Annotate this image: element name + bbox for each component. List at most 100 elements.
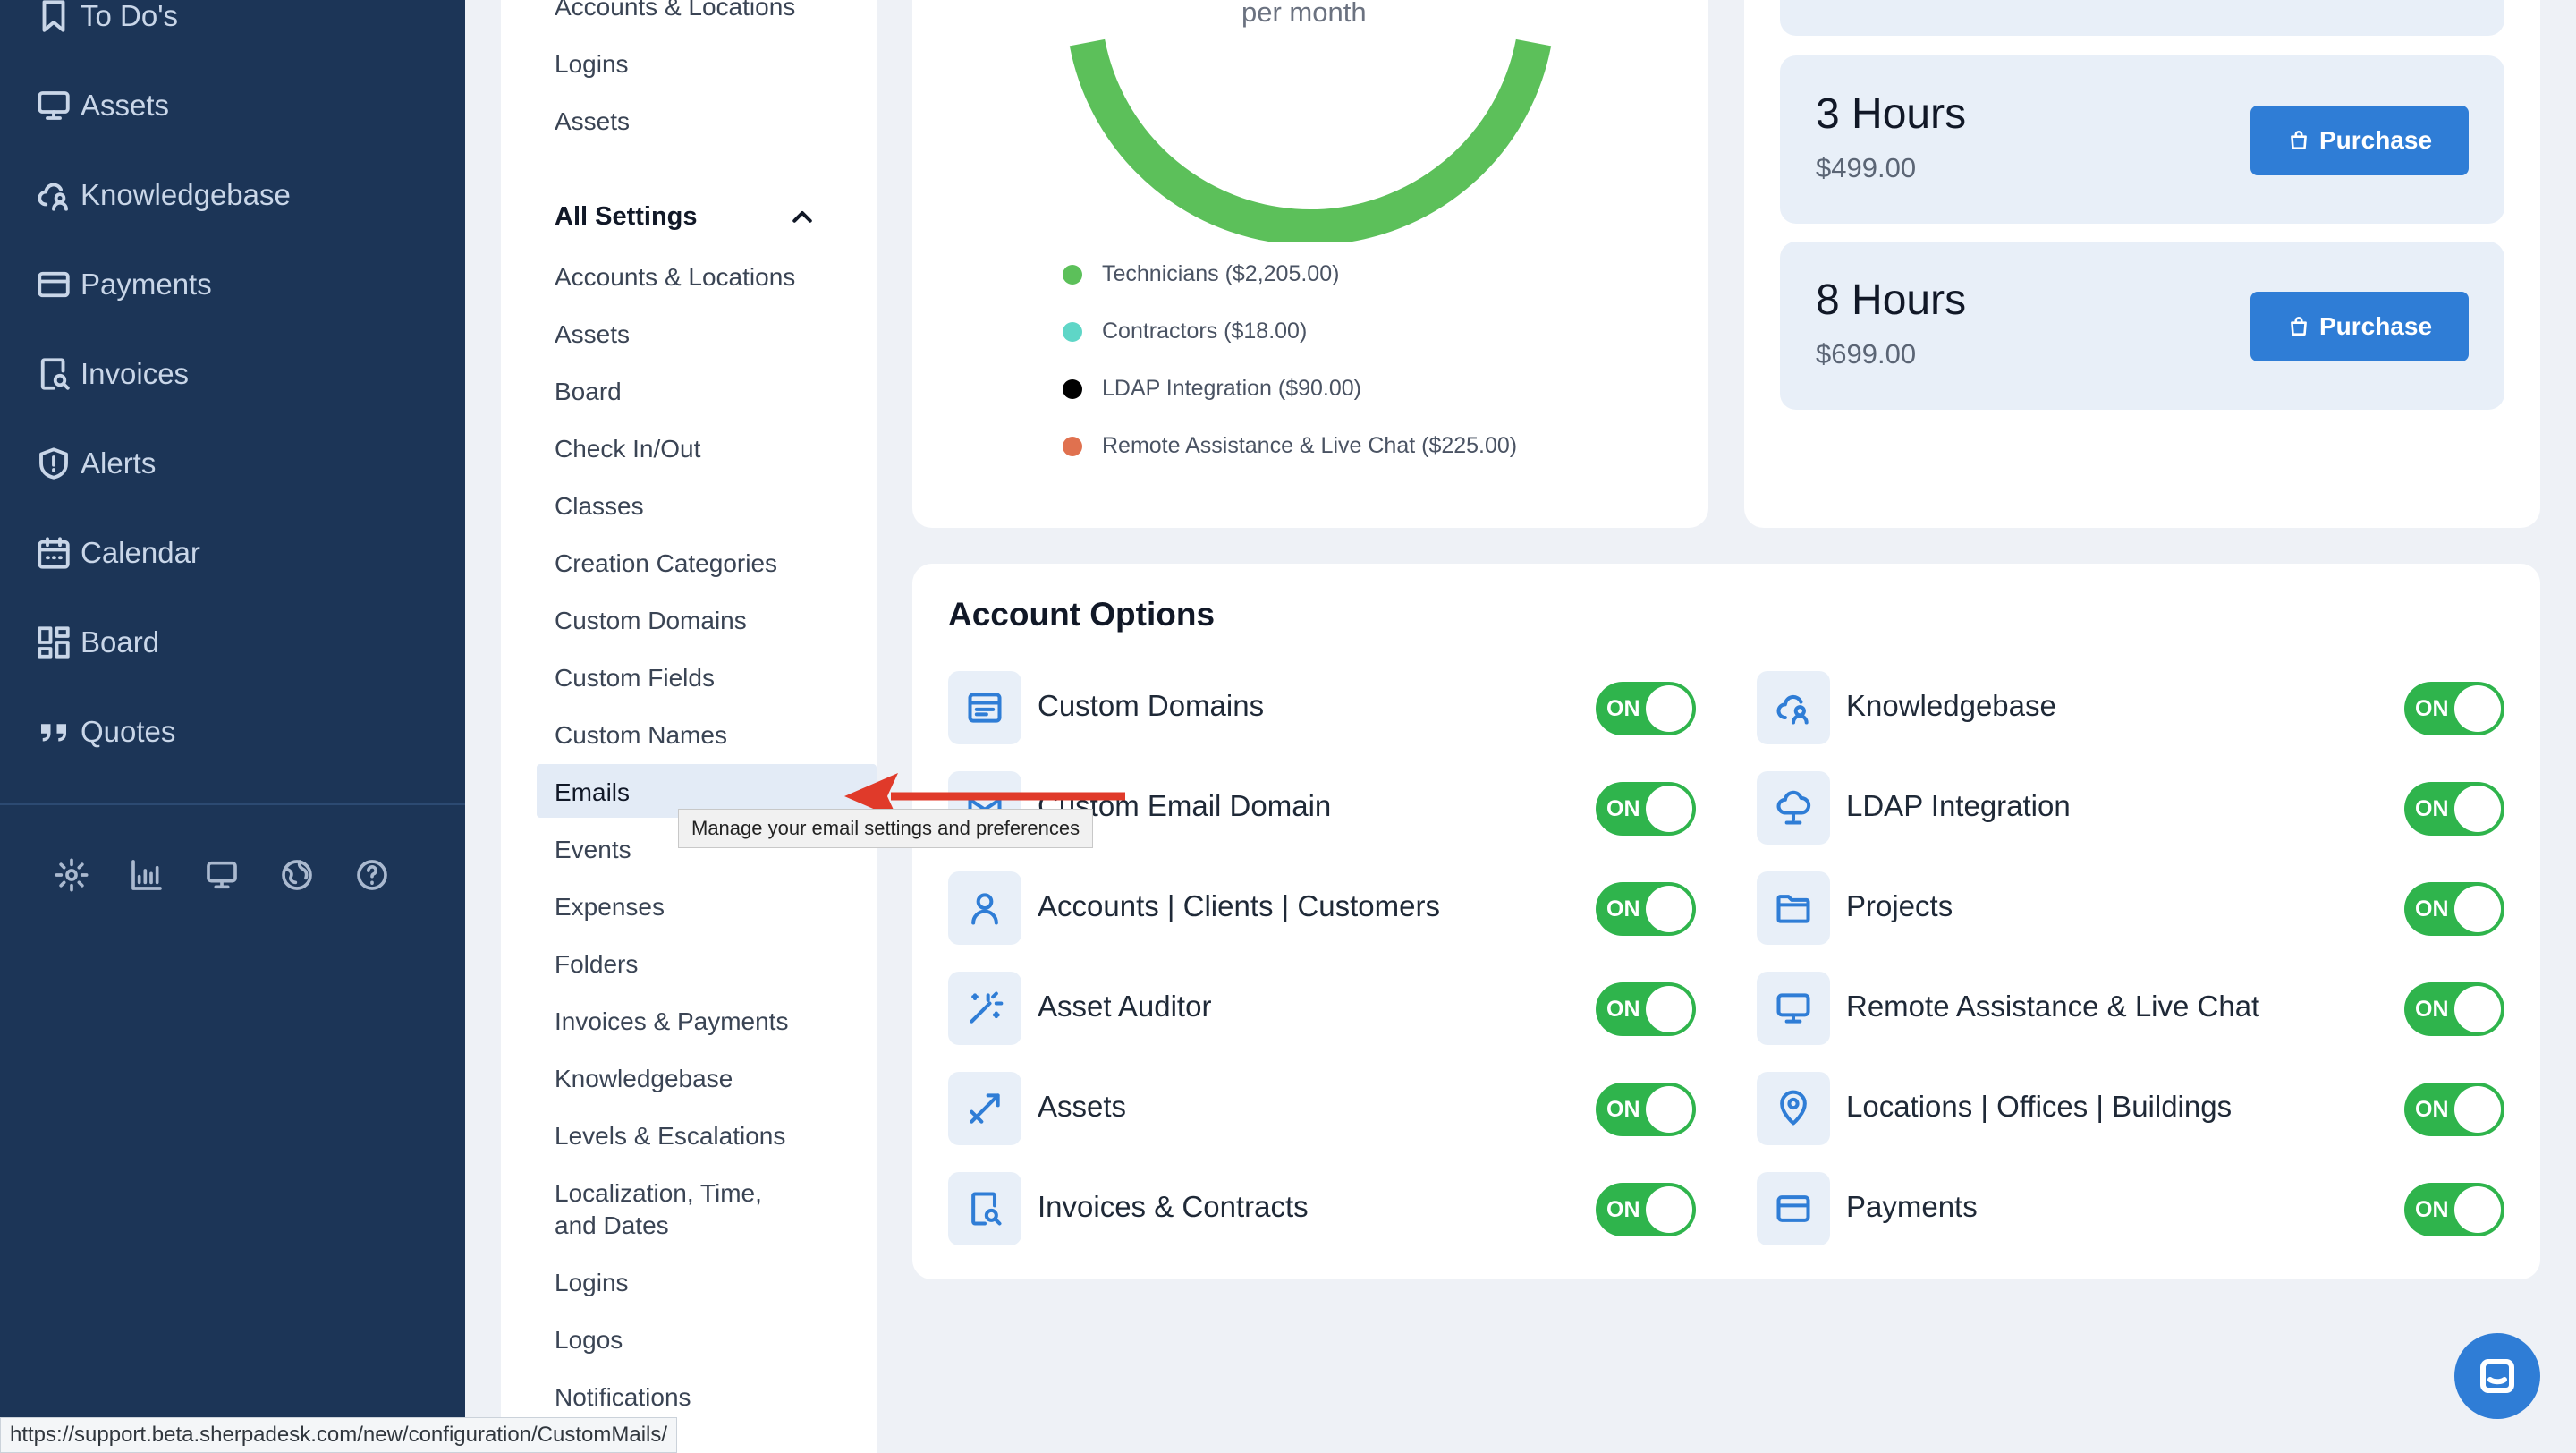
option-toggle[interactable]: ON: [1596, 682, 1696, 735]
shield-alert-icon: [34, 444, 73, 483]
legend-dot: [1063, 321, 1082, 342]
menu-link-accounts-locations[interactable]: Accounts & Locations: [555, 263, 795, 292]
menu-link-custom-names[interactable]: Custom Names: [555, 721, 727, 750]
option-toggle[interactable]: ON: [2404, 982, 2504, 1036]
shopping-bag-icon: [2291, 317, 2307, 336]
nav-label: Assets: [80, 89, 170, 122]
toggle-state: ON: [1606, 796, 1640, 821]
legend-item-remote-assistance: Remote Assistance & Live Chat ($225.00): [1063, 433, 1517, 459]
legend-label: Contractors ($18.00): [1102, 319, 1308, 344]
option-toggle[interactable]: ON: [2404, 882, 2504, 936]
option-toggle[interactable]: ON: [2404, 782, 2504, 836]
hour-package-3: 3 Hours $499.00 Purchase: [1780, 55, 2504, 224]
chevron-up-icon[interactable]: [789, 204, 816, 231]
nav-item-alerts[interactable]: Alerts: [34, 437, 156, 490]
calendar-icon: [34, 533, 73, 573]
toggle-state: ON: [1606, 696, 1640, 721]
option-invoices-contracts: Invoices & Contracts ON: [948, 1172, 1701, 1245]
legend-item-technicians: Technicians ($2,205.00): [1063, 261, 1339, 287]
option-toggle[interactable]: ON: [1596, 1183, 1696, 1236]
stats-icon[interactable]: [123, 852, 170, 898]
toggle-state: ON: [1606, 896, 1640, 922]
nav-label: Calendar: [80, 536, 200, 569]
nav-item-calendar[interactable]: Calendar: [34, 526, 200, 580]
menu-link-logos[interactable]: Logos: [555, 1326, 623, 1355]
menu-link-knowledgebase[interactable]: Knowledgebase: [555, 1065, 733, 1093]
menu-link-check-in-out[interactable]: Check In/Out: [555, 435, 700, 463]
chat-launcher-button[interactable]: [2454, 1333, 2540, 1419]
globe-icon[interactable]: [274, 852, 320, 898]
nav-label: Knowledgebase: [80, 178, 291, 211]
option-knowledgebase: Knowledgebase ON: [1757, 671, 2510, 744]
map-pin-icon: [1757, 1072, 1830, 1145]
menu-link-accounts-locations-top[interactable]: Accounts & Locations: [555, 0, 795, 21]
menu-link-assets[interactable]: Assets: [555, 320, 630, 349]
legend-label: Technicians ($2,205.00): [1102, 261, 1340, 286]
toggle-state: ON: [2415, 896, 2449, 922]
option-label: Assets: [1038, 1090, 1127, 1123]
menu-link-logins[interactable]: Logins: [555, 1269, 629, 1297]
hour-package-8: 8 Hours $699.00 Purchase: [1780, 242, 2504, 410]
nav-item-todos[interactable]: To Do's: [34, 0, 178, 43]
menu-link-assets-top[interactable]: Assets: [555, 107, 630, 136]
toggle-knob: [1646, 685, 1692, 732]
chat-icon: [2480, 1359, 2514, 1393]
menu-link-events[interactable]: Events: [555, 836, 631, 864]
nav-label: Payments: [80, 268, 212, 301]
nav-item-invoices[interactable]: Invoices: [34, 347, 189, 401]
menu-link-notifications[interactable]: Notifications: [555, 1383, 691, 1412]
purchase-button[interactable]: Purchase: [2250, 106, 2469, 175]
option-toggle[interactable]: ON: [1596, 982, 1696, 1036]
option-toggle[interactable]: ON: [1596, 782, 1696, 836]
option-toggle[interactable]: ON: [2404, 1183, 2504, 1236]
quote-icon: [34, 712, 73, 752]
option-label: Payments: [1846, 1190, 1978, 1223]
toggle-knob: [2454, 886, 2501, 932]
menu-link-custom-fields[interactable]: Custom Fields: [555, 664, 715, 693]
toggle-knob: [2454, 1086, 2501, 1133]
menu-link-invoices-payments[interactable]: Invoices & Payments: [555, 1007, 788, 1036]
option-label: Custom Domains: [1038, 689, 1265, 722]
settings-icon[interactable]: [48, 852, 95, 898]
left-navigation: To Do's Assets Knowledgebase Payments In…: [0, 0, 465, 1453]
menu-link-expenses[interactable]: Expenses: [555, 893, 665, 922]
option-label: Asset Auditor: [1038, 990, 1212, 1023]
option-payments: Payments ON: [1757, 1172, 2510, 1245]
status-bar-url: https://support.beta.sherpadesk.com/new/…: [0, 1417, 678, 1453]
purchase-button[interactable]: Purchase: [2250, 292, 2469, 361]
nav-item-assets[interactable]: Assets: [34, 79, 169, 132]
menu-link-localization-line2[interactable]: and Dates: [555, 1211, 669, 1240]
toggle-state: ON: [1606, 997, 1640, 1022]
menu-link-logins-top[interactable]: Logins: [555, 50, 629, 79]
option-toggle[interactable]: ON: [2404, 1083, 2504, 1136]
legend-label: LDAP Integration ($90.00): [1102, 376, 1362, 401]
menu-link-folders[interactable]: Folders: [555, 950, 638, 979]
menu-link-emails[interactable]: Emails: [555, 778, 630, 807]
browser-window-icon: [948, 671, 1021, 744]
nav-item-board[interactable]: Board: [34, 616, 159, 669]
nav-item-knowledgebase[interactable]: Knowledgebase: [34, 168, 291, 222]
nav-item-payments[interactable]: Payments: [34, 258, 212, 311]
option-locations: Locations | Offices | Buildings ON: [1757, 1072, 2510, 1145]
nav-label: Alerts: [80, 446, 157, 480]
billing-donut-chart: [1069, 38, 1552, 242]
help-icon[interactable]: [349, 852, 395, 898]
menu-link-creation-categories[interactable]: Creation Categories: [555, 549, 777, 578]
menu-link-classes[interactable]: Classes: [555, 492, 644, 521]
menu-link-board[interactable]: Board: [555, 378, 622, 406]
toggle-state: ON: [1606, 1197, 1640, 1222]
donut-center-label: per month: [1241, 0, 1367, 28]
nav-item-quotes[interactable]: Quotes: [34, 705, 175, 759]
toggle-knob: [1646, 1186, 1692, 1233]
option-toggle[interactable]: ON: [2404, 682, 2504, 735]
monitor-icon[interactable]: [199, 852, 245, 898]
option-assets: Assets ON: [948, 1072, 1701, 1145]
option-toggle[interactable]: ON: [1596, 882, 1696, 936]
menu-link-custom-domains[interactable]: Custom Domains: [555, 607, 747, 635]
option-toggle[interactable]: ON: [1596, 1083, 1696, 1136]
all-settings-header[interactable]: All Settings: [555, 202, 698, 232]
menu-link-localization-line1[interactable]: Localization, Time,: [555, 1179, 762, 1208]
toggle-state: ON: [2415, 696, 2449, 721]
option-label: Invoices & Contracts: [1038, 1190, 1309, 1223]
menu-link-levels-escalations[interactable]: Levels & Escalations: [555, 1122, 785, 1151]
